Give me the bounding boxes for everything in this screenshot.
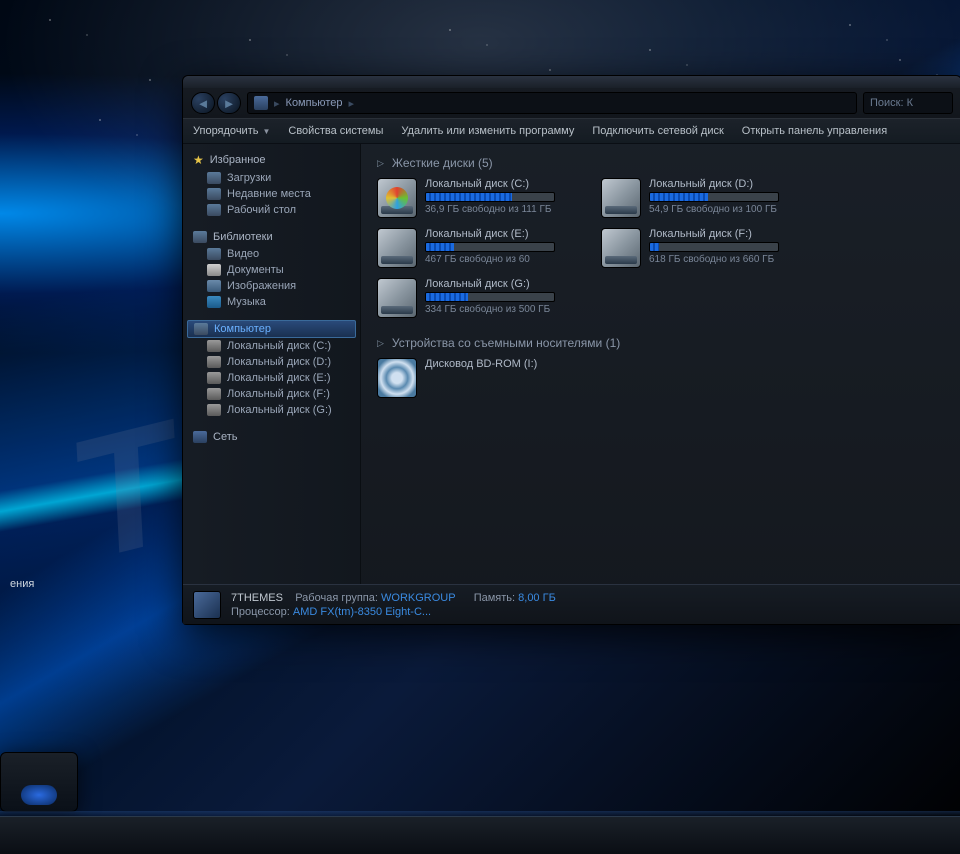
sidebar-item-desktop[interactable]: Рабочий стол — [187, 202, 356, 218]
hdd-icon — [377, 228, 417, 268]
content-pane: ▷Жесткие диски (5) Локальный диск (C:) 36… — [361, 144, 960, 584]
star-icon: ★ — [193, 153, 204, 167]
hdd-icon — [601, 178, 641, 218]
drive-usage-bar — [649, 242, 779, 252]
drive-item[interactable]: Локальный диск (C:) 36,9 ГБ свободно из 1… — [377, 178, 577, 218]
sidebar-item-documents[interactable]: Документы — [187, 262, 356, 278]
drive-icon — [207, 340, 221, 352]
details-pane: 7THEMES Рабочая группа: WORKGROUP Память… — [183, 584, 960, 624]
drive-usage-bar — [425, 192, 555, 202]
sidebar-item-drive-c[interactable]: Локальный диск (C:) — [187, 338, 356, 354]
navigation-pane: ★Избранное Загрузки Недавние места Рабоч… — [183, 144, 361, 584]
breadcrumb-sep-icon: ▸ — [348, 97, 354, 110]
drive-item[interactable]: Локальный диск (F:) 618 ГБ свободно из 66… — [601, 228, 801, 268]
recent-icon — [207, 188, 221, 200]
taskbar[interactable] — [0, 816, 960, 854]
drive-name: Локальный диск (D:) — [649, 178, 779, 190]
drive-icon — [207, 372, 221, 384]
collapse-icon: ▷ — [377, 338, 384, 349]
details-cpu-value: AMD FX(tm)-8350 Eight-C... — [293, 606, 431, 618]
network-icon — [193, 431, 207, 443]
explorer-window: ◄ ► ▸ Компьютер ▸ Поиск: К Упорядочить▼ … — [182, 75, 960, 625]
bdrom-icon — [377, 358, 417, 398]
drive-name: Локальный диск (G:) — [425, 278, 555, 290]
computer-large-icon — [193, 591, 221, 619]
media-player-widget[interactable] — [0, 752, 78, 812]
sidebar-computer-header[interactable]: Компьютер — [187, 320, 356, 338]
system-properties-button[interactable]: Свойства системы — [288, 125, 383, 137]
details-memory-value: 8,00 ГБ — [518, 592, 556, 604]
drive-status-text: 618 ГБ свободно из 660 ГБ — [649, 254, 779, 265]
libraries-icon — [193, 231, 207, 243]
picture-icon — [207, 280, 221, 292]
desktop-icon-label-fragment: ения — [10, 578, 34, 590]
drive-usage-bar — [425, 292, 555, 302]
drive-icon — [207, 356, 221, 368]
sidebar-favorites-header[interactable]: ★Избранное — [187, 150, 356, 170]
uninstall-program-button[interactable]: Удалить или изменить программу — [401, 125, 574, 137]
group-header-hdd[interactable]: ▷Жесткие диски (5) — [377, 152, 945, 178]
drive-icon — [207, 404, 221, 416]
drive-name: Локальный диск (F:) — [649, 228, 779, 240]
sidebar-item-drive-g[interactable]: Локальный диск (G:) — [187, 402, 356, 418]
drive-usage-bar — [425, 242, 555, 252]
details-workgroup-value: WORKGROUP — [381, 592, 455, 604]
drive-item[interactable]: Локальный диск (G:) 334 ГБ свободно из 50… — [377, 278, 577, 318]
computer-icon — [194, 323, 208, 335]
breadcrumb-bar[interactable]: ▸ Компьютер ▸ — [247, 92, 857, 114]
command-toolbar: Упорядочить▼ Свойства системы Удалить ил… — [183, 118, 960, 144]
drive-item[interactable]: Локальный диск (D:) 54,9 ГБ свободно из 1… — [601, 178, 801, 218]
details-workgroup-label: Рабочая группа: — [295, 592, 378, 604]
sidebar-network-header[interactable]: Сеть — [187, 428, 356, 446]
hdd-icon — [601, 228, 641, 268]
drive-icon — [207, 388, 221, 400]
details-memory-label: Память: — [474, 592, 515, 604]
sidebar-item-music[interactable]: Музыка — [187, 294, 356, 310]
removable-drive-item[interactable]: Дисковод BD-ROM (I:) — [377, 358, 577, 398]
sidebar-item-drive-f[interactable]: Локальный диск (F:) — [187, 386, 356, 402]
organize-menu[interactable]: Упорядочить▼ — [193, 125, 270, 137]
chevron-down-icon: ▼ — [262, 127, 270, 136]
breadcrumb-location[interactable]: Компьютер — [286, 97, 343, 109]
drive-name: Дисковод BD-ROM (I:) — [425, 358, 537, 370]
downloads-icon — [207, 172, 221, 184]
drive-usage-bar — [649, 192, 779, 202]
sidebar-item-drive-d[interactable]: Локальный диск (D:) — [187, 354, 356, 370]
sidebar-item-pictures[interactable]: Изображения — [187, 278, 356, 294]
address-bar-row: ◄ ► ▸ Компьютер ▸ Поиск: К — [183, 88, 960, 118]
sidebar-libraries-header[interactable]: Библиотеки — [187, 228, 356, 246]
document-icon — [207, 264, 221, 276]
breadcrumb-sep-icon: ▸ — [274, 97, 280, 110]
drive-name: Локальный диск (E:) — [425, 228, 555, 240]
sidebar-item-videos[interactable]: Видео — [187, 246, 356, 262]
media-play-button[interactable] — [21, 785, 57, 805]
drive-name: Локальный диск (C:) — [425, 178, 555, 190]
hdd-icon — [377, 278, 417, 318]
drive-status-text: 36,9 ГБ свободно из 111 ГБ — [425, 204, 555, 215]
sidebar-item-downloads[interactable]: Загрузки — [187, 170, 356, 186]
details-cpu-label: Процессор: — [231, 606, 290, 618]
map-network-drive-button[interactable]: Подключить сетевой диск — [592, 125, 723, 137]
music-icon — [207, 296, 221, 308]
sidebar-item-drive-e[interactable]: Локальный диск (E:) — [187, 370, 356, 386]
computer-icon — [254, 96, 268, 110]
collapse-icon: ▷ — [377, 158, 384, 169]
details-name: 7THEMES — [231, 592, 283, 604]
drive-item[interactable]: Локальный диск (E:) 467 ГБ свободно из 60 — [377, 228, 577, 268]
hdd-icon — [377, 178, 417, 218]
drive-status-text: 334 ГБ свободно из 500 ГБ — [425, 304, 555, 315]
drive-status-text: 54,9 ГБ свободно из 100 ГБ — [649, 204, 779, 215]
open-control-panel-button[interactable]: Открыть панель управления — [742, 125, 887, 137]
drive-status-text: 467 ГБ свободно из 60 — [425, 254, 555, 265]
nav-forward-button[interactable]: ► — [217, 92, 241, 114]
window-titlebar[interactable] — [183, 76, 960, 88]
desktop-icon — [207, 204, 221, 216]
video-icon — [207, 248, 221, 260]
search-input[interactable]: Поиск: К — [863, 92, 953, 114]
group-header-removable[interactable]: ▷Устройства со съемными носителями (1) — [377, 332, 945, 358]
sidebar-item-recent[interactable]: Недавние места — [187, 186, 356, 202]
nav-back-button[interactable]: ◄ — [191, 92, 215, 114]
